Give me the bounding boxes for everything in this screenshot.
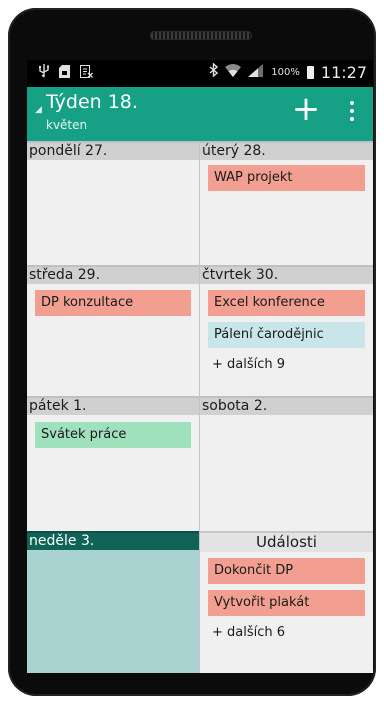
events-panel: Události Dokončit DP Vytvořit plakát + d… xyxy=(200,531,373,673)
day-header-saturday[interactable]: sobota 2. xyxy=(200,396,373,415)
clock: 11:27 xyxy=(320,63,367,82)
event-item[interactable]: Vytvořit plakát xyxy=(208,590,365,616)
day-cell-saturday[interactable]: sobota 2. xyxy=(200,396,373,531)
event-item[interactable]: Svátek práce xyxy=(35,422,191,448)
speaker-grille xyxy=(150,31,252,40)
event-item[interactable]: Pálení čarodějnic xyxy=(208,322,365,348)
app-screen: 100% 11:27 ◢ Týden 18. květen + pondělí … xyxy=(27,60,373,673)
overflow-menu-button[interactable] xyxy=(341,97,363,131)
day-cell-tuesday[interactable]: úterý 28. WAP projekt xyxy=(200,141,373,265)
add-event-button[interactable]: + xyxy=(289,92,323,127)
day-header-wednesday[interactable]: středa 29. xyxy=(27,265,199,284)
usb-icon xyxy=(38,64,49,83)
event-item[interactable]: Excel konference xyxy=(208,290,365,316)
day-body-tuesday[interactable]: WAP projekt xyxy=(200,160,373,265)
phone-frame: 100% 11:27 ◢ Týden 18. květen + pondělí … xyxy=(8,8,376,696)
status-bar: 100% 11:27 xyxy=(27,60,373,87)
event-item[interactable]: DP konzultace xyxy=(35,290,191,316)
day-header-friday[interactable]: pátek 1. xyxy=(27,396,199,415)
day-cell-thursday[interactable]: čtvrtek 30. Excel konference Pálení čaro… xyxy=(200,265,373,396)
week-grid: pondělí 27. úterý 28. WAP projekt středa… xyxy=(27,141,373,673)
day-header-sunday[interactable]: neděle 3. xyxy=(27,531,199,550)
month-subtitle: květen xyxy=(46,118,88,132)
signal-icon xyxy=(248,63,264,82)
day-cell-monday[interactable]: pondělí 27. xyxy=(27,141,199,265)
day-header-tuesday[interactable]: úterý 28. xyxy=(200,141,373,160)
bluetooth-icon xyxy=(209,62,219,82)
day-cell-friday[interactable]: pátek 1. Svátek práce xyxy=(27,396,199,531)
day-header-thursday[interactable]: čtvrtek 30. xyxy=(200,265,373,284)
battery-icon xyxy=(306,66,314,79)
sd-card-icon xyxy=(59,64,70,83)
events-panel-body: Dokončit DP Vytvořit plakát + dalších 6 xyxy=(200,552,373,673)
screenshot-icon xyxy=(80,64,93,83)
column-divider xyxy=(199,141,200,673)
day-body-thursday[interactable]: Excel konference Pálení čarodějnic + dal… xyxy=(200,284,373,396)
app-bar: ◢ Týden 18. květen + xyxy=(27,87,373,141)
day-body-wednesday[interactable]: DP konzultace xyxy=(27,284,199,396)
more-events-link[interactable]: + dalších 6 xyxy=(212,625,285,640)
wifi-icon xyxy=(225,63,242,82)
dropdown-triangle-icon[interactable]: ◢ xyxy=(35,105,42,115)
more-vert-icon xyxy=(350,101,354,105)
week-title[interactable]: Týden 18. xyxy=(46,91,138,113)
day-body-sunday[interactable] xyxy=(27,550,199,673)
plus-icon: + xyxy=(291,89,321,129)
event-item[interactable]: WAP projekt xyxy=(208,165,365,191)
day-cell-wednesday[interactable]: středa 29. DP konzultace xyxy=(27,265,199,396)
day-body-saturday[interactable] xyxy=(200,415,373,531)
day-header-monday[interactable]: pondělí 27. xyxy=(27,141,199,160)
day-cell-sunday[interactable]: neděle 3. xyxy=(27,531,199,673)
events-panel-header: Události xyxy=(200,531,373,552)
battery-percent: 100% xyxy=(271,67,300,78)
day-body-monday[interactable] xyxy=(27,160,199,265)
event-item[interactable]: Dokončit DP xyxy=(208,558,365,584)
day-body-friday[interactable]: Svátek práce xyxy=(27,415,199,531)
more-events-link[interactable]: + dalších 9 xyxy=(212,357,285,372)
